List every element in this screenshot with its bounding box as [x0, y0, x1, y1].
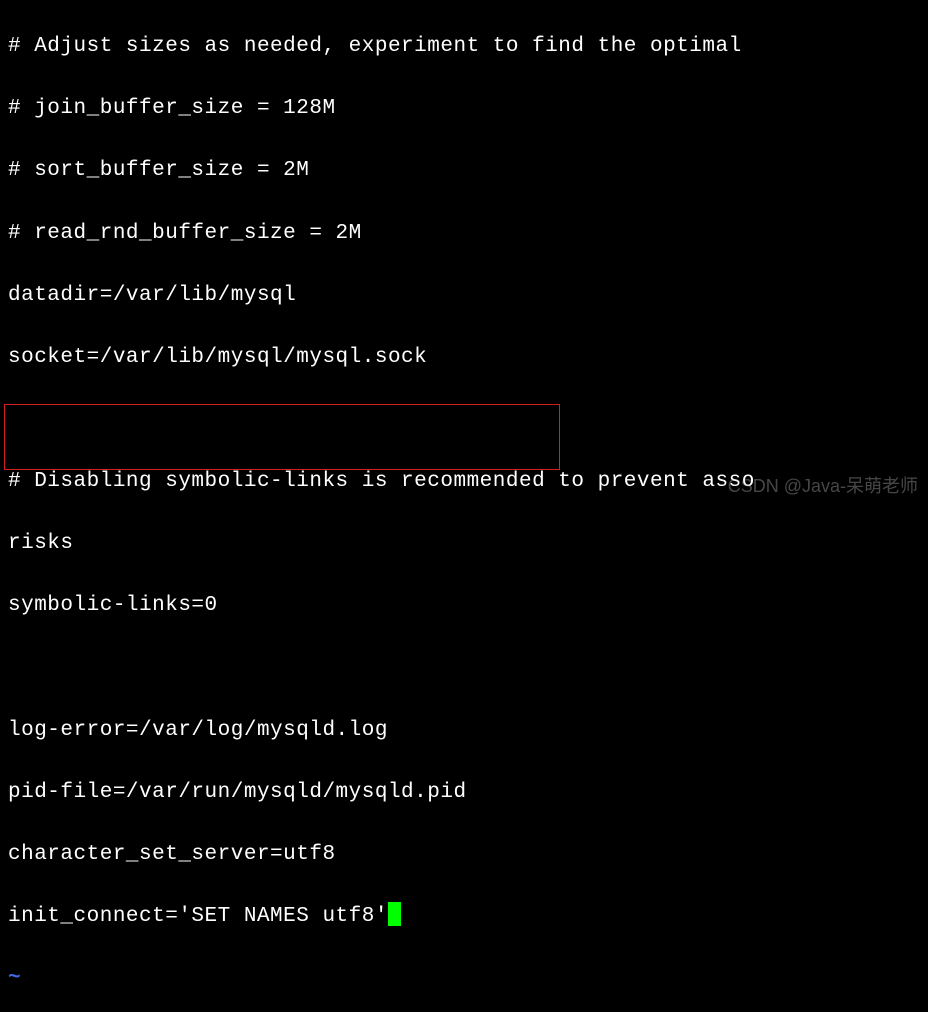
watermark-text: CSDN @Java-呆萌老师: [728, 473, 918, 500]
config-text: init_connect='SET NAMES utf8': [8, 905, 388, 928]
config-line: pid-file=/var/run/mysqld/mysqld.pid: [8, 777, 920, 808]
terminal-content[interactable]: # Adjust sizes as needed, experiment to …: [8, 0, 920, 1012]
config-line: # read_rnd_buffer_size = 2M: [8, 218, 920, 249]
config-line: # sort_buffer_size = 2M: [8, 155, 920, 186]
config-line-cursor: init_connect='SET NAMES utf8': [8, 901, 920, 932]
config-line: symbolic-links=0: [8, 590, 920, 621]
config-line: datadir=/var/lib/mysql: [8, 280, 920, 311]
empty-line: [8, 653, 920, 684]
config-line: character_set_server=utf8: [8, 839, 920, 870]
config-line: log-error=/var/log/mysqld.log: [8, 715, 920, 746]
config-line: socket=/var/lib/mysql/mysql.sock: [8, 342, 920, 373]
cursor-icon: [388, 902, 401, 926]
config-line: # Adjust sizes as needed, experiment to …: [8, 31, 920, 62]
empty-line: [8, 404, 920, 435]
config-line: # join_buffer_size = 128M: [8, 93, 920, 124]
config-line: risks: [8, 528, 920, 559]
vim-tilde: ~: [8, 963, 920, 994]
